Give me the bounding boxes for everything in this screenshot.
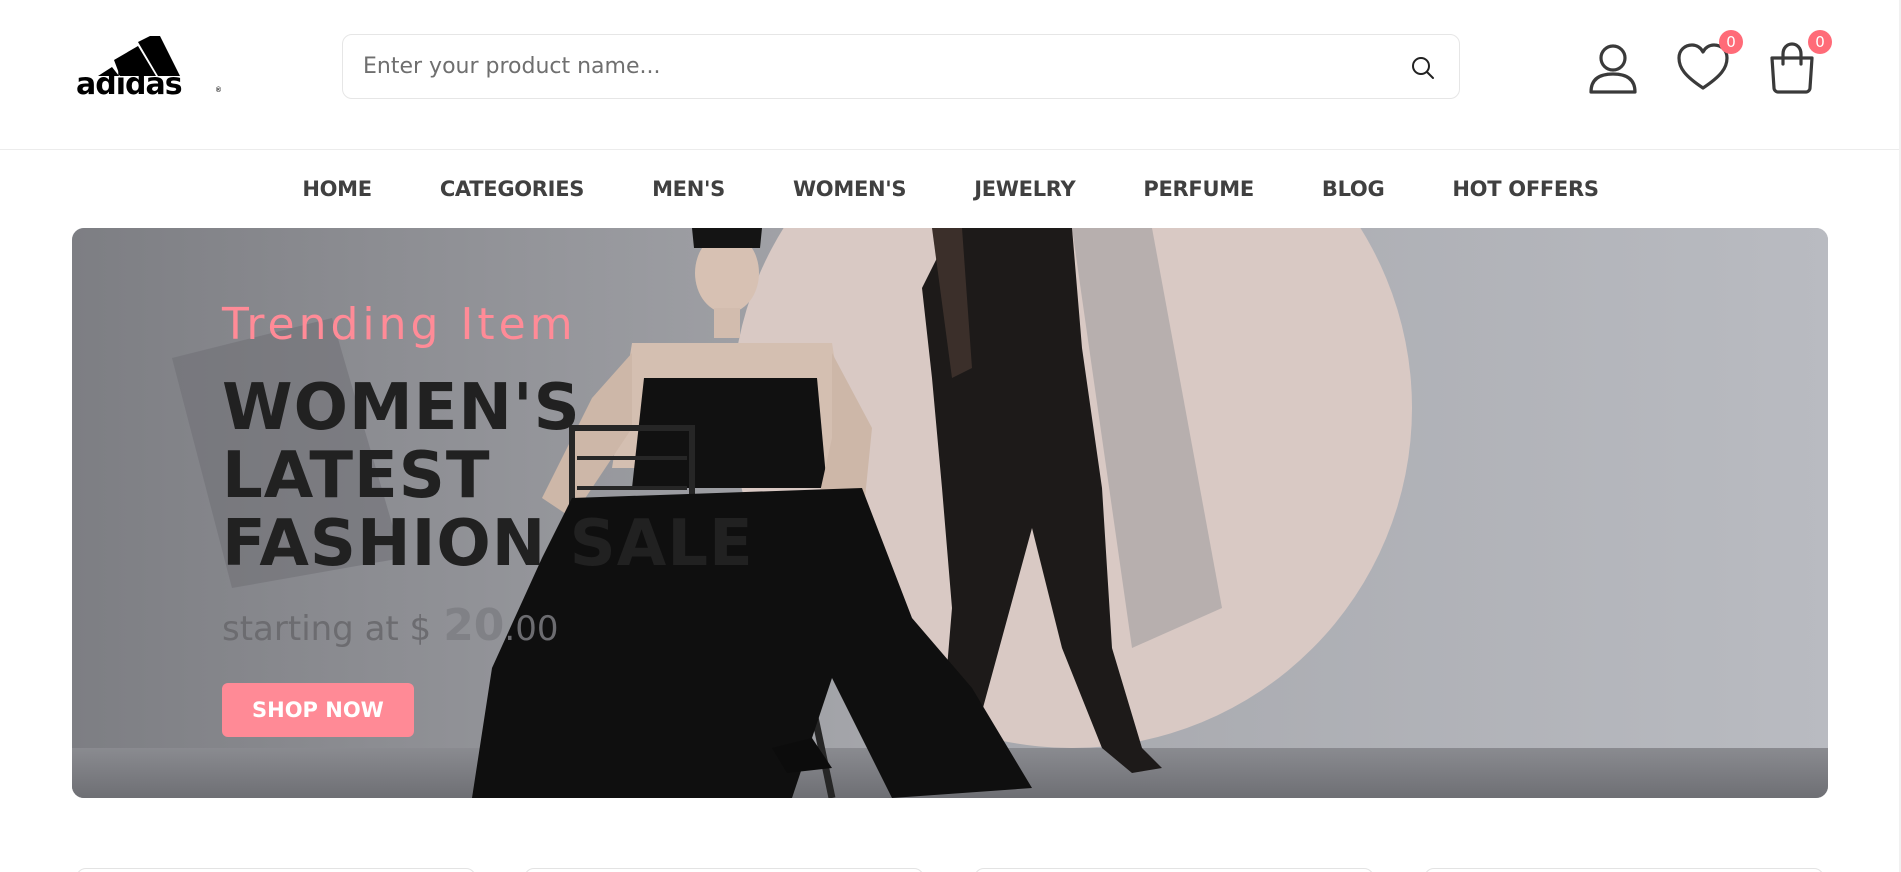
category-card[interactable] — [76, 868, 476, 872]
brand-wordmark: adidas — [76, 67, 183, 102]
cart-count-badge: 0 — [1808, 30, 1832, 54]
nav-item-jewelry[interactable]: JEWELRY — [974, 177, 1075, 201]
wishlist-button[interactable]: 0 — [1675, 30, 1743, 96]
nav-item-womens[interactable]: WOMEN'S — [793, 177, 907, 201]
account-button[interactable] — [1585, 40, 1641, 96]
nav-item-blog[interactable]: BLOG — [1322, 177, 1385, 201]
user-icon — [1589, 44, 1637, 94]
hero-title: WOMEN'S LATEST FASHION SALE — [222, 371, 754, 581]
brand-logo[interactable]: adidas ® — [76, 36, 221, 100]
price-cents: .00 — [504, 609, 559, 649]
header: adidas ® 0 0 — [0, 0, 1901, 150]
hero-content: Trending Item WOMEN'S LATEST FASHION SAL… — [222, 300, 782, 737]
cart-button[interactable]: 0 — [1764, 30, 1832, 96]
search-icon — [1412, 57, 1434, 79]
registered-mark: ® — [215, 87, 221, 94]
hero-price: starting at $ 20 .00 — [222, 600, 782, 651]
category-card[interactable] — [524, 868, 924, 872]
main-navigation: HOME CATEGORIES MEN'S WOMEN'S JEWELRY PE… — [0, 150, 1901, 228]
category-card[interactable] — [974, 868, 1374, 872]
nav-item-home[interactable]: HOME — [302, 177, 372, 201]
wishlist-count-badge: 0 — [1719, 30, 1743, 54]
category-card[interactable] — [1424, 868, 1824, 872]
hero-subtitle: Trending Item — [222, 299, 577, 350]
nav-item-mens[interactable]: MEN'S — [652, 177, 725, 201]
nav-item-categories[interactable]: CATEGORIES — [440, 177, 585, 201]
hero-banner: Trending Item WOMEN'S LATEST FASHION SAL… — [72, 228, 1828, 798]
shop-now-button[interactable]: SHOP NOW — [222, 683, 414, 737]
nav-item-hot-offers[interactable]: HOT OFFERS — [1452, 177, 1599, 201]
search-button[interactable] — [1409, 54, 1437, 82]
search-input[interactable] — [363, 35, 1363, 98]
price-whole: 20 — [443, 600, 505, 651]
search-bar — [342, 34, 1460, 99]
nav-item-perfume[interactable]: PERFUME — [1143, 177, 1254, 201]
price-prefix: starting at $ — [222, 609, 432, 649]
